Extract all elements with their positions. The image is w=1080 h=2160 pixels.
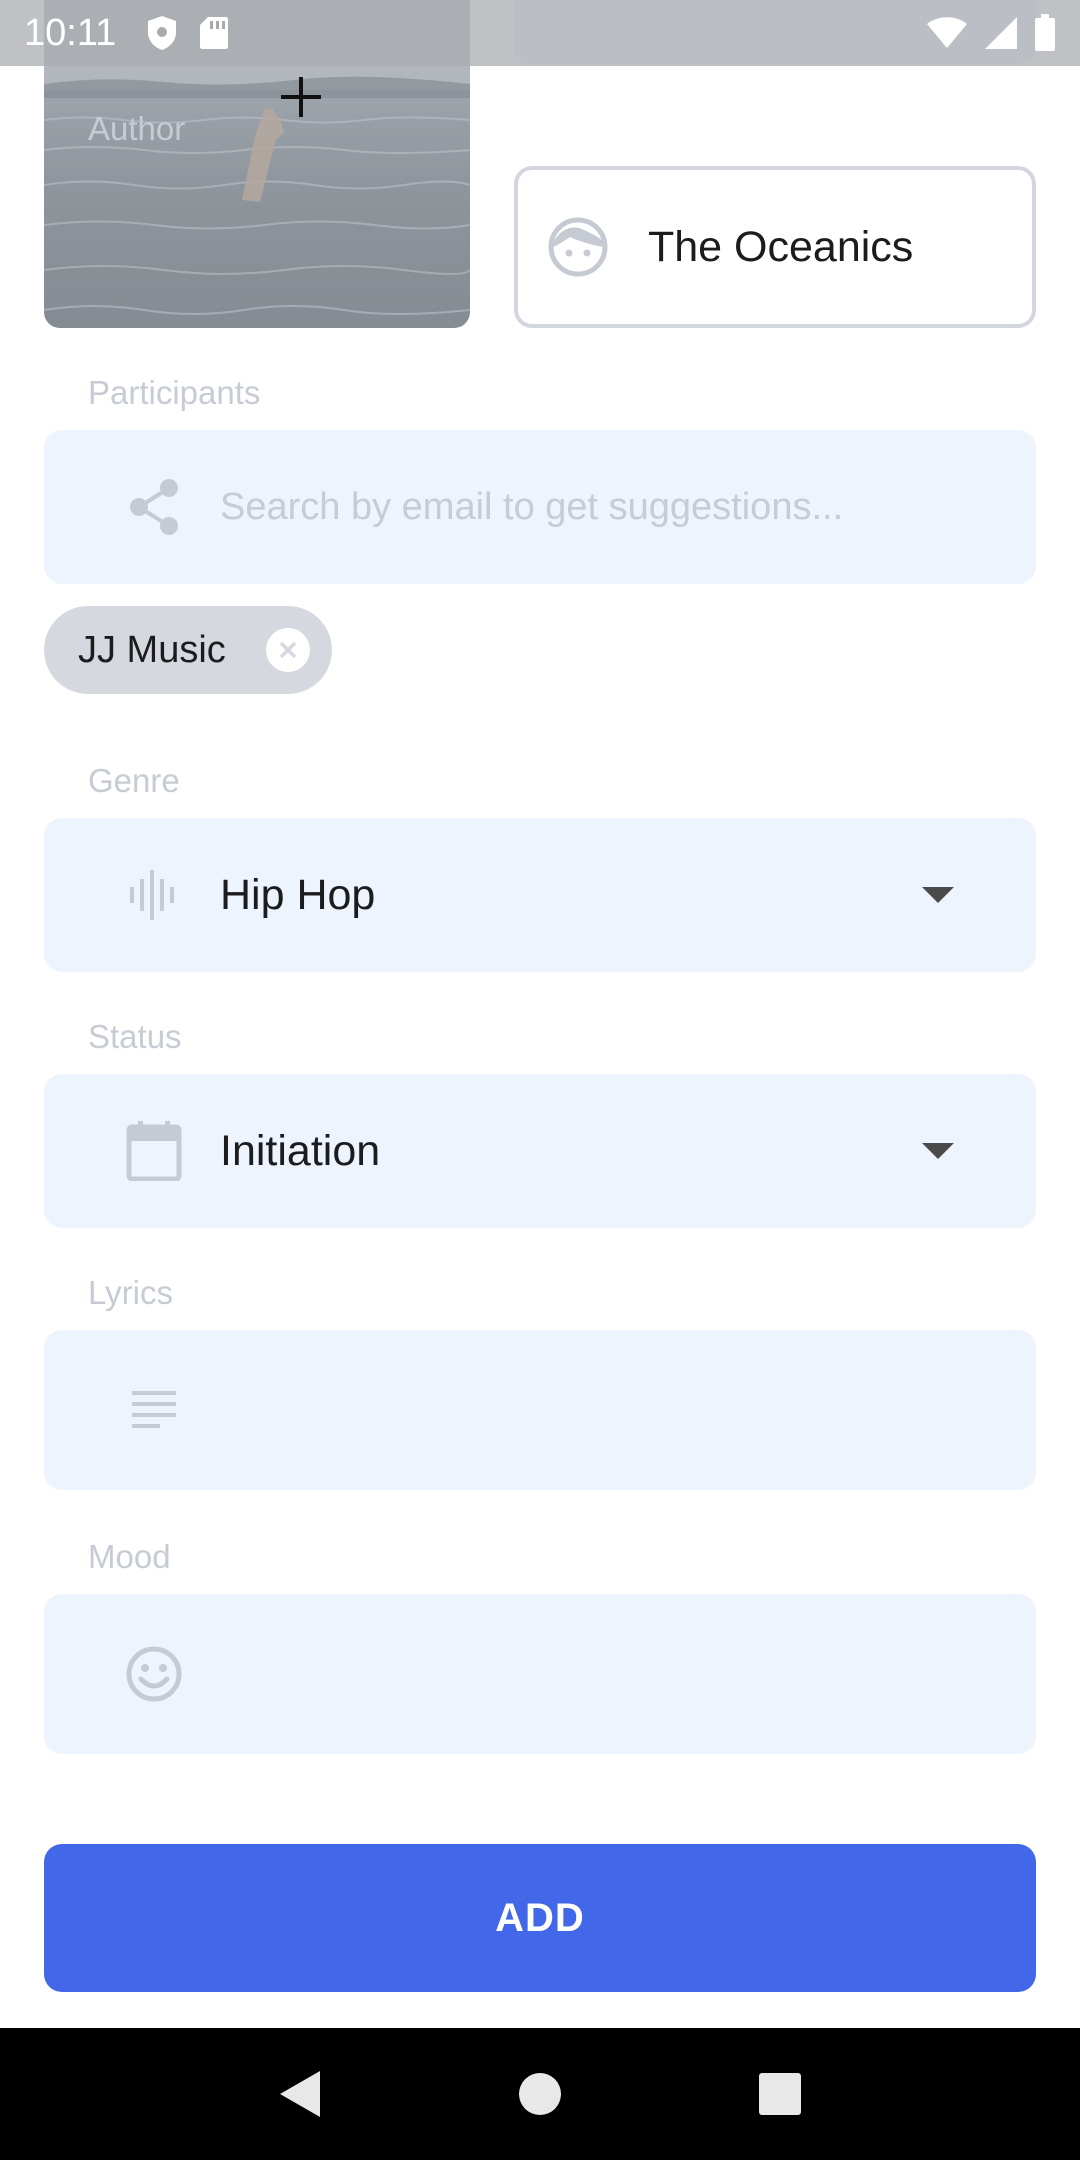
calendar-icon — [126, 1121, 182, 1181]
share-icon — [130, 479, 178, 535]
sd-card-icon — [200, 17, 229, 49]
chevron-down-icon — [922, 1143, 954, 1159]
participant-chip[interactable]: JJ Music — [44, 606, 332, 694]
home-icon — [519, 2073, 561, 2115]
lyrics-label: Lyrics — [88, 1274, 173, 1311]
battery-icon — [1035, 14, 1055, 51]
author-label: Author — [88, 110, 186, 147]
participants-label: Participants — [88, 374, 261, 411]
audio-wave-icon — [130, 870, 174, 920]
status-select[interactable]: Initiation — [44, 1074, 1036, 1228]
author-value: The Oceanics — [648, 222, 914, 271]
back-button[interactable] — [260, 2054, 340, 2134]
status-time: 10:11 — [24, 11, 117, 54]
lyrics-input[interactable] — [44, 1330, 1036, 1490]
status-label: Status — [88, 1018, 182, 1055]
close-icon[interactable] — [266, 628, 310, 672]
genre-value: Hip Hop — [220, 870, 376, 919]
system-nav-bar — [0, 2028, 1080, 2160]
plus-icon[interactable] — [279, 75, 323, 119]
back-icon — [280, 2071, 320, 2117]
mood-label: Mood — [88, 1538, 171, 1575]
recents-button[interactable] — [740, 2054, 820, 2134]
lines-icon — [132, 1391, 176, 1428]
shield-icon — [148, 16, 177, 50]
status-bar: 10:11 — [0, 0, 1080, 66]
chevron-down-icon — [922, 887, 954, 903]
smiley-icon — [126, 1646, 182, 1702]
signal-icon — [985, 17, 1017, 49]
participants-placeholder: Search by email to get suggestions... — [220, 485, 844, 528]
add-button[interactable]: ADD — [44, 1844, 1036, 1992]
wifi-icon — [927, 17, 967, 48]
face-icon — [548, 217, 608, 277]
recents-icon — [759, 2073, 801, 2115]
genre-label: Genre — [88, 762, 180, 799]
genre-select[interactable]: Hip Hop — [44, 818, 1036, 972]
participants-search-input[interactable]: Search by email to get suggestions... — [44, 430, 1036, 584]
status-value: Initiation — [220, 1126, 381, 1175]
author-field[interactable]: The Oceanics — [514, 166, 1036, 328]
participant-chip-label: JJ Music — [78, 628, 226, 671]
mood-input[interactable] — [44, 1594, 1036, 1754]
home-button[interactable] — [500, 2054, 580, 2134]
